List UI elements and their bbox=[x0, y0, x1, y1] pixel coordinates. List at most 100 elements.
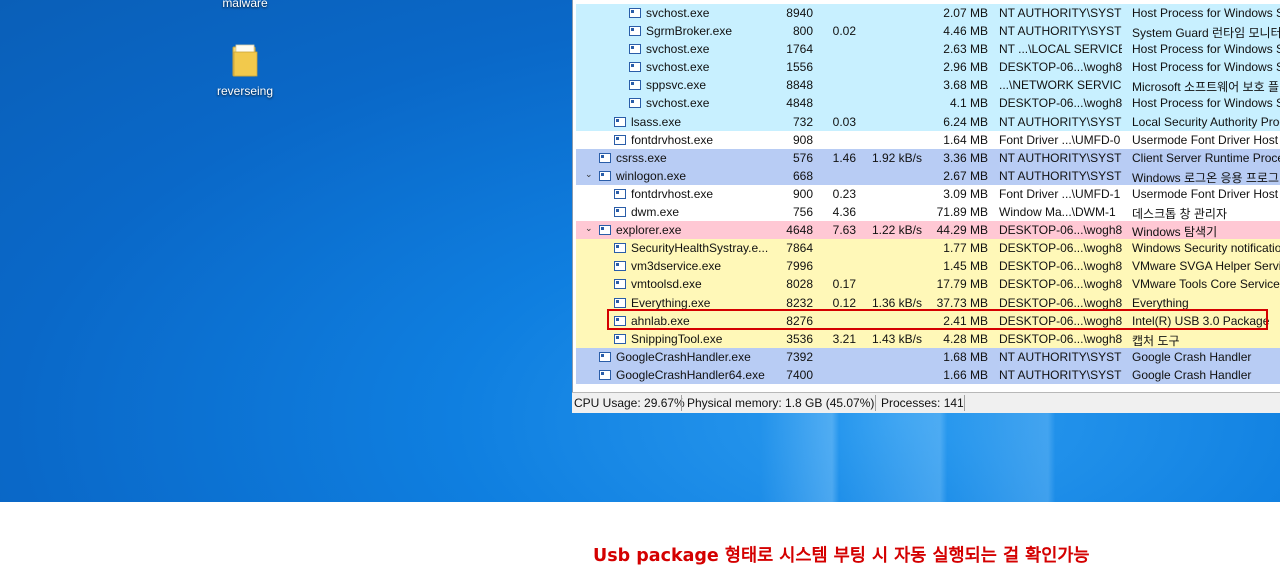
process-description: Host Process for Windows Se bbox=[1132, 42, 1280, 57]
process-row[interactable]: SgrmBroker.exe 800 0.02 4.46 MB NT AUTHORITY… bbox=[576, 22, 1280, 41]
process-io: 1.36 kB/s bbox=[871, 295, 922, 310]
process-row[interactable]: sppsvc.exe 8848 3.68 MB ...\NETWORK SERVICE… bbox=[576, 76, 1280, 95]
process-user: NT AUTHORITY\SYSTEM bbox=[999, 114, 1122, 129]
process-name-label: GoogleCrashHandler64.exe bbox=[616, 367, 765, 382]
process-row[interactable]: GoogleCrashHandler64.exe 7400 1.66 MB NT AU… bbox=[576, 365, 1280, 384]
process-row[interactable]: fontdrvhost.exe 908 1.64 MB Font Driver ...… bbox=[576, 130, 1280, 149]
process-icon bbox=[614, 134, 626, 145]
process-memory: 17.79 MB bbox=[936, 277, 988, 292]
process-pid: 4648 bbox=[786, 223, 813, 238]
process-cpu: 0.02 bbox=[832, 24, 856, 39]
process-row[interactable]: explorer.exe ⌄ 4648 7.63 1.22 kB/s 44.29 MB DE… bbox=[576, 221, 1280, 240]
process-pid: 732 bbox=[792, 114, 813, 129]
status-memory: Physical memory: 1.8 GB (45.07%) bbox=[687, 396, 875, 410]
process-row[interactable]: fontdrvhost.exe 900 0.23 3.09 MB Font Driver… bbox=[576, 184, 1280, 204]
process-memory: 2.07 MB bbox=[943, 6, 988, 20]
process-user: DESKTOP-06...\wogh8 bbox=[999, 295, 1122, 310]
process-icon bbox=[599, 152, 611, 163]
process-description: Windows Security notificatio bbox=[1132, 241, 1280, 256]
process-name-label: winlogon.exe bbox=[616, 168, 687, 183]
process-description: Google Crash Handler bbox=[1132, 349, 1252, 364]
process-row[interactable]: svchost.exe 1556 2.96 MB DESKTOP-06...\wogh… bbox=[576, 58, 1280, 77]
process-pid: 7864 bbox=[786, 241, 813, 256]
process-name-label: svchost.exe bbox=[646, 6, 710, 20]
process-name-label: dwm.exe bbox=[631, 205, 680, 220]
process-description: VMware Tools Core Service bbox=[1132, 277, 1280, 292]
process-pid: 7996 bbox=[786, 259, 813, 274]
process-user: NT AUTHORITY\SYSTEM bbox=[999, 150, 1122, 165]
process-row[interactable]: svchost.exe 8940 2.07 MB NT AUTHORITY\SYSTE… bbox=[576, 4, 1280, 23]
desktop-icon-reverseing[interactable]: reverseing bbox=[200, 84, 290, 98]
process-description: Windows 탐색기 bbox=[1132, 225, 1218, 240]
process-io: 1.92 kB/s bbox=[871, 150, 922, 165]
process-memory: 3.68 MB bbox=[943, 78, 988, 93]
process-memory: 37.73 MB bbox=[936, 295, 988, 310]
process-name-label: lsass.exe bbox=[631, 114, 682, 129]
process-io: 1.22 kB/s bbox=[871, 223, 922, 238]
process-icon bbox=[599, 225, 611, 236]
process-memory: 2.63 MB bbox=[943, 42, 988, 57]
process-memory: 44.29 MB bbox=[936, 223, 988, 238]
desktop-icon-malware[interactable]: malware bbox=[200, 0, 290, 10]
process-explorer-window[interactable]: svchost.exe 8940 2.07 MB NT AUTHORITY\SYSTE… bbox=[572, 0, 1280, 412]
process-memory: 4.28 MB bbox=[943, 331, 988, 346]
process-description: Local Security Authority Proc bbox=[1132, 114, 1280, 129]
desktop-icon-label: reverseing bbox=[216, 84, 274, 98]
desktop-icon-label: malware bbox=[222, 0, 268, 10]
chevron-down-icon[interactable]: ⌄ bbox=[585, 223, 593, 234]
process-icon bbox=[599, 369, 611, 380]
status-processes: Processes: 141 bbox=[881, 396, 964, 410]
process-description: Microsoft 소프트웨어 보호 플 bbox=[1132, 80, 1279, 95]
process-name-label: svchost.exe bbox=[646, 42, 710, 57]
process-pid: 756 bbox=[792, 205, 813, 220]
process-icon bbox=[629, 26, 641, 37]
process-icon bbox=[614, 243, 626, 254]
process-name-label: svchost.exe bbox=[646, 60, 710, 75]
process-name-label: SnippingTool.exe bbox=[631, 331, 723, 346]
process-icon bbox=[629, 98, 641, 109]
process-row[interactable]: SecurityHealthSystray.e... 7864 1.77 MB DES… bbox=[576, 239, 1280, 258]
process-name-label: vmtoolsd.exe bbox=[631, 277, 702, 292]
process-memory: 1.68 MB bbox=[943, 349, 988, 364]
process-icon bbox=[599, 170, 611, 181]
process-memory: 1.77 MB bbox=[943, 241, 988, 256]
process-memory: 3.09 MB bbox=[943, 186, 988, 201]
caption-text: Usb package 형태로 시스템 부팅 시 자동 실행되는 걸 확인가능 bbox=[593, 546, 1090, 566]
process-pid: 7392 bbox=[786, 349, 813, 364]
process-description: System Guard 런타임 모니터 bbox=[1132, 26, 1280, 41]
process-cpu: 4.36 bbox=[832, 205, 856, 220]
process-name-label: fontdrvhost.exe bbox=[631, 132, 714, 147]
process-row[interactable]: csrss.exe 576 1.46 1.92 kB/s 3.36 MB NT AUTHO… bbox=[576, 148, 1280, 167]
process-row[interactable]: svchost.exe 4848 4.1 MB DESKTOP-06...\wogh8… bbox=[576, 94, 1280, 113]
process-icon bbox=[629, 44, 641, 55]
process-row[interactable]: vmtoolsd.exe 8028 0.17 17.79 MB DESKTOP-06..… bbox=[576, 275, 1280, 294]
process-cpu: 0.17 bbox=[832, 277, 856, 292]
process-row[interactable]: lsass.exe 732 0.03 6.24 MB NT AUTHORITY\SYST… bbox=[576, 112, 1280, 131]
process-memory: 4.1 MB bbox=[949, 96, 988, 111]
process-row[interactable]: dwm.exe 756 4.36 71.89 MB Window Ma...\DWM-1… bbox=[576, 203, 1280, 222]
process-pid: 1764 bbox=[786, 42, 813, 57]
process-description: Everything bbox=[1132, 295, 1189, 310]
process-row[interactable]: winlogon.exe ⌄ 668 2.67 MB NT AUTHORITY\SYST… bbox=[576, 166, 1280, 185]
process-pid: 8232 bbox=[786, 295, 813, 310]
process-row[interactable]: svchost.exe 1764 2.63 MB NT ...\LOCAL SERVI… bbox=[576, 40, 1280, 59]
process-name-label: sppsvc.exe bbox=[646, 78, 707, 93]
process-name-label: SecurityHealthSystray.e... bbox=[631, 241, 769, 256]
status-bar: CPU Usage: 29.67% Physical memory: 1.8 G… bbox=[572, 392, 1280, 413]
process-row[interactable]: GoogleCrashHandler.exe 7392 1.68 MB NT AUTH… bbox=[576, 347, 1280, 366]
process-user: Font Driver ...\UMFD-1 bbox=[999, 186, 1121, 201]
process-pid: 900 bbox=[792, 186, 813, 201]
process-icon bbox=[614, 261, 626, 272]
process-icon bbox=[614, 297, 626, 308]
process-name-label: fontdrvhost.exe bbox=[631, 186, 714, 201]
process-row[interactable]: vm3dservice.exe 7996 1.45 MB DESKTOP-06...\… bbox=[576, 257, 1280, 276]
process-pid: 800 bbox=[792, 24, 813, 39]
process-description: Host Process for Windows Se bbox=[1132, 60, 1280, 75]
process-row[interactable]: SnippingTool.exe 3536 3.21 1.43 kB/s 4.28 MB… bbox=[576, 329, 1280, 348]
process-description: Host Process for Windows Se bbox=[1132, 96, 1280, 111]
process-icon bbox=[614, 279, 626, 290]
chevron-down-icon[interactable]: ⌄ bbox=[585, 169, 593, 180]
process-description: VMware SVGA Helper Service bbox=[1132, 259, 1280, 274]
folder-icon[interactable] bbox=[232, 44, 258, 78]
process-pid: 7400 bbox=[786, 367, 813, 382]
